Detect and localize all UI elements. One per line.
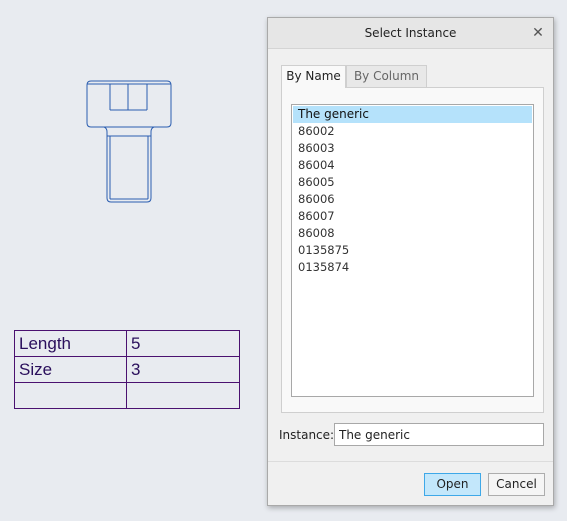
table-row (14, 382, 240, 409)
footer-divider (268, 461, 553, 462)
dialog-title: Select Instance (364, 26, 457, 40)
dialog-titlebar: Select Instance ✕ (268, 18, 553, 49)
close-icon[interactable]: ✕ (529, 24, 547, 42)
select-instance-dialog: Select Instance ✕ By Name By Column The … (267, 17, 554, 506)
param-value-cell: 5 (126, 330, 240, 357)
tab-by-name[interactable]: By Name (281, 65, 346, 88)
list-item[interactable]: 86003 (293, 140, 532, 157)
list-item[interactable]: 0135875 (293, 242, 532, 259)
parameter-table: Length 5 Size 3 (14, 330, 240, 409)
bolt-shank (103, 126, 155, 203)
list-item[interactable]: 86005 (293, 174, 532, 191)
tab-panel: The generic 86002 86003 86004 86005 86006 8600… (281, 87, 544, 413)
bolt-drawing (86, 80, 172, 203)
open-button[interactable]: Open (424, 473, 481, 496)
tab-by-column[interactable]: By Column (346, 65, 427, 87)
list-item[interactable]: 86006 (293, 191, 532, 208)
table-row: Size 3 (14, 356, 240, 383)
param-value-cell (126, 382, 240, 409)
list-item[interactable]: 86007 (293, 208, 532, 225)
instance-label: Instance: (279, 428, 335, 442)
param-name-cell: Length (14, 330, 127, 357)
list-item[interactable]: 0135874 (293, 259, 532, 276)
param-name-cell (14, 382, 127, 409)
table-row: Length 5 (14, 330, 240, 357)
param-value-cell: 3 (126, 356, 240, 383)
list-item[interactable]: 86002 (293, 123, 532, 140)
list-item[interactable]: 86004 (293, 157, 532, 174)
param-name-cell: Size (14, 356, 127, 383)
list-item[interactable]: 86008 (293, 225, 532, 242)
instance-list[interactable]: The generic 86002 86003 86004 86005 86006 8600… (291, 104, 534, 397)
list-item[interactable]: The generic (293, 106, 532, 123)
cancel-button[interactable]: Cancel (488, 473, 545, 496)
instance-field[interactable] (334, 423, 544, 446)
bolt-head (86, 80, 172, 128)
